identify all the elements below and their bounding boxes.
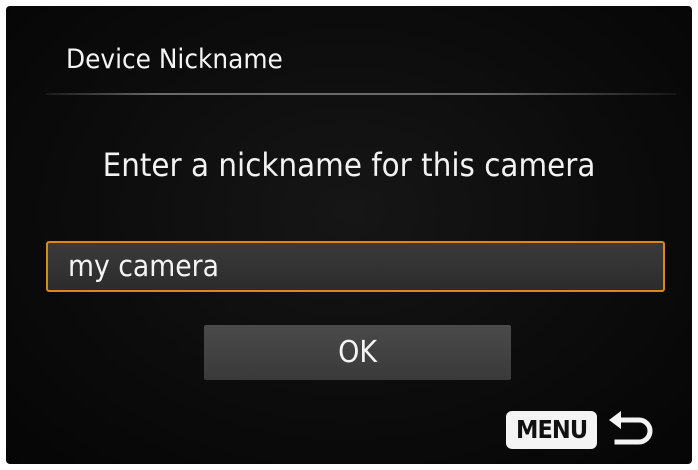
return-arrow-icon [609, 411, 653, 445]
menu-label: MENU [515, 415, 588, 444]
ok-button-label: OK [338, 335, 377, 370]
menu-badge: MENU [506, 411, 598, 449]
nickname-input[interactable]: my camera [46, 241, 665, 292]
nickname-value: my camera [68, 249, 220, 283]
page-title: Device Nickname [66, 44, 283, 75]
nickname-prompt: Enter a nickname for this camera [102, 146, 596, 184]
ok-button[interactable]: OK [204, 325, 511, 380]
camera-screen: Device Nickname Enter a nickname for thi… [6, 6, 692, 464]
menu-return-button[interactable]: MENU [506, 410, 657, 450]
title-divider [46, 93, 676, 95]
